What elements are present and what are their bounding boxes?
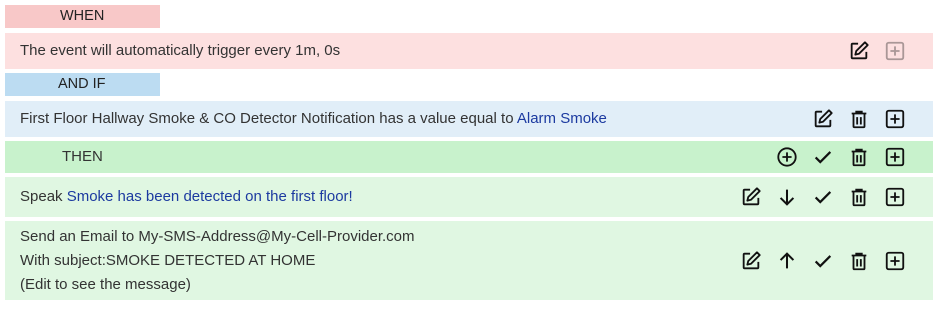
then-label: THEN (62, 148, 103, 165)
condition-actions (805, 104, 933, 134)
add-box-icon (884, 186, 906, 208)
then-add-button[interactable] (877, 142, 913, 172)
edit-icon (848, 40, 870, 62)
add-circle-icon (776, 146, 798, 168)
condition-value: Alarm Smoke (516, 110, 607, 127)
speak-prefix: Speak (20, 188, 67, 205)
email-confirm-button[interactable] (805, 246, 841, 276)
speak-delete-button[interactable] (841, 182, 877, 212)
email-edit-button[interactable] (733, 246, 769, 276)
arrow-up-icon (776, 250, 798, 272)
email-subject-line: With subject:SMOKE DETECTED AT HOME (20, 251, 316, 269)
email-recipient-line: Send an Email to My-SMS-Address@My-Cell-… (20, 227, 415, 245)
when-edit-button[interactable] (841, 36, 877, 66)
andif-label-text: AND IF (58, 76, 106, 92)
then-delete-button[interactable] (841, 142, 877, 172)
email-text: Send an Email to My-SMS-Address@My-Cell-… (5, 225, 733, 297)
then-actions (769, 142, 933, 172)
arrow-down-icon (776, 186, 798, 208)
condition-add-button[interactable] (877, 104, 913, 134)
trash-icon (848, 146, 870, 168)
when-actions (841, 36, 933, 66)
email-move-up-button[interactable] (769, 246, 805, 276)
andif-section-label: AND IF (5, 73, 160, 96)
condition-prefix: First Floor Hallway Smoke & CO Detector … (20, 110, 517, 127)
when-trigger-text: The event will automatically trigger eve… (20, 42, 341, 59)
email-action-row: Send an Email to My-SMS-Address@My-Cell-… (5, 221, 933, 300)
edit-icon (740, 250, 762, 272)
add-box-icon (884, 40, 906, 62)
condition-text: First Floor Hallway Smoke & CO Detector … (5, 107, 805, 131)
speak-actions (733, 182, 933, 212)
trash-icon (848, 186, 870, 208)
check-icon (812, 250, 834, 272)
trash-icon (848, 108, 870, 130)
then-add-action-button[interactable] (769, 142, 805, 172)
check-icon (812, 146, 834, 168)
when-section-label: WHEN (5, 5, 160, 28)
trash-icon (848, 250, 870, 272)
edit-icon (812, 108, 834, 130)
speak-message: Smoke has been detected on the first flo… (66, 188, 353, 205)
speak-action-row: Speak Smoke has been detected on the fir… (5, 177, 933, 217)
when-add-button[interactable] (877, 36, 913, 66)
edit-icon (740, 186, 762, 208)
condition-row: First Floor Hallway Smoke & CO Detector … (5, 101, 933, 137)
email-note-line: (Edit to see the message) (20, 275, 191, 293)
then-header-row: THEN (5, 141, 933, 173)
when-trigger-row: The event will automatically trigger eve… (5, 33, 933, 69)
email-delete-button[interactable] (841, 246, 877, 276)
speak-add-button[interactable] (877, 182, 913, 212)
email-actions (733, 246, 933, 276)
speak-move-down-button[interactable] (769, 182, 805, 212)
add-box-icon (884, 250, 906, 272)
speak-confirm-button[interactable] (805, 182, 841, 212)
condition-edit-button[interactable] (805, 104, 841, 134)
add-box-icon (884, 108, 906, 130)
email-add-button[interactable] (877, 246, 913, 276)
then-confirm-button[interactable] (805, 142, 841, 172)
speak-text: Speak Smoke has been detected on the fir… (5, 185, 733, 209)
speak-edit-button[interactable] (733, 182, 769, 212)
when-label-text: WHEN (60, 8, 105, 24)
check-icon (812, 186, 834, 208)
add-box-icon (884, 146, 906, 168)
condition-delete-button[interactable] (841, 104, 877, 134)
